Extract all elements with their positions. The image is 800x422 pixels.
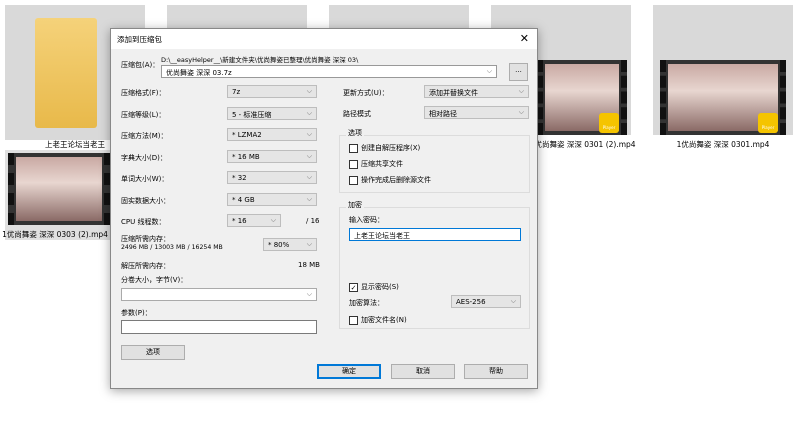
chevron-down-icon: ⌵ <box>306 87 312 95</box>
option-checkbox[interactable]: 操作完成后删除源文件 <box>349 175 431 185</box>
file-thumbnail <box>329 5 469 30</box>
encrypt-filenames-checkbox[interactable]: 加密文件名(N) <box>349 315 407 325</box>
cancel-button[interactable]: 取消 <box>391 364 455 379</box>
encryption-group-title: 加密 <box>346 200 364 210</box>
help-button[interactable]: 帮助 <box>464 364 528 379</box>
chevron-down-icon: ⌵ <box>306 173 312 181</box>
folder-icon <box>35 18 97 128</box>
select-value: * 4 GB <box>232 195 255 204</box>
file-label[interactable]: 1优尚舞姿 深深 0301.mp4 <box>648 139 798 150</box>
cpu-threads-label: CPU 线程数： <box>121 218 166 226</box>
options-button[interactable]: 选项 <box>121 345 185 360</box>
player-badge-icon: Player <box>758 113 778 133</box>
memory-label: 压缩所需内存： <box>121 235 170 243</box>
setting-select[interactable]: * 16 MB ⌵ <box>227 149 317 163</box>
chevron-down-icon: ⌵ <box>510 297 516 305</box>
memory-detail: 2496 MB / 13003 MB / 16254 MB <box>121 244 223 251</box>
split-size-combo[interactable]: ⌵ <box>121 288 317 301</box>
ok-button[interactable]: 确定 <box>317 364 381 379</box>
select-value: 相对路径 <box>429 110 457 118</box>
path-mode-select[interactable]: 相对路径 ⌵ <box>424 106 529 119</box>
checkbox-label: 压缩共享文件 <box>361 160 403 168</box>
checkbox-checked-icon: ✓ <box>349 282 358 292</box>
checkbox-label: 显示密码(S) <box>361 283 399 291</box>
split-size-label: 分卷大小，字节(V)： <box>121 276 188 284</box>
checkbox-label: 操作完成后删除源文件 <box>361 176 431 184</box>
setting-select[interactable]: 5 - 标准压缩 ⌵ <box>227 106 317 120</box>
memory-usage-select[interactable]: * 80% ⌵ <box>263 238 317 251</box>
checkbox-icon <box>349 159 358 169</box>
select-value: * 16 MB <box>232 152 260 161</box>
options-group-title: 选项 <box>346 128 364 138</box>
chevron-down-icon: ⌵ <box>486 67 492 75</box>
browse-button[interactable]: ... <box>509 63 528 81</box>
params-label: 参数(P)： <box>121 309 152 317</box>
setting-label: 固实数据大小： <box>121 196 170 205</box>
setting-select[interactable]: * 32 ⌵ <box>227 171 317 184</box>
video-thumbnail[interactable] <box>8 153 110 225</box>
password-label: 输入密码： <box>349 216 384 224</box>
setting-label: 单词大小(W)： <box>121 175 169 183</box>
archive-path: D:\__easyHelper__\新建文件夹\优尚舞姿已整理\优尚舞姿 深深 … <box>161 56 359 64</box>
update-mode-select[interactable]: 添加并替换文件 ⌵ <box>424 85 529 98</box>
update-mode-label: 更新方式(U)： <box>343 89 389 97</box>
select-value: AES-256 <box>456 298 486 306</box>
select-value: * 32 <box>232 174 247 182</box>
setting-label: 字典大小(D)： <box>121 153 167 162</box>
setting-label: 压缩方法(M)： <box>121 132 168 140</box>
chevron-down-icon: ⌵ <box>306 194 312 203</box>
chevron-down-icon: ⌵ <box>306 290 312 298</box>
select-value: 7z <box>232 88 241 96</box>
chevron-down-icon: ⌵ <box>518 108 524 116</box>
chevron-down-icon: ⌵ <box>306 130 312 138</box>
setting-select[interactable]: * LZMA2 ⌵ <box>227 128 317 141</box>
chevron-down-icon: ⌵ <box>518 87 524 95</box>
decompress-memory-label: 解压所需内存： <box>121 262 170 270</box>
setting-label: 压缩格式(F)： <box>121 89 166 97</box>
video-thumbnail[interactable]: Player <box>660 60 786 135</box>
dialog-title: 添加到压缩包 <box>117 35 162 44</box>
setting-label: 压缩等级(L)： <box>121 110 166 119</box>
setting-select[interactable]: 7z ⌵ <box>227 85 317 98</box>
option-checkbox[interactable]: 压缩共享文件 <box>349 159 403 169</box>
select-value: * 80% <box>268 241 290 249</box>
archive-label: 压缩包(A)： <box>121 61 160 69</box>
chevron-down-icon: ⌵ <box>306 108 312 117</box>
file-thumbnail <box>167 5 307 30</box>
cpu-max: / 16 <box>306 217 320 225</box>
cpu-threads-select[interactable]: * 16 ⌵ <box>227 214 281 227</box>
checkbox-icon <box>349 143 358 153</box>
select-value: 5 - 标准压缩 <box>232 110 272 119</box>
select-value: 添加并替换文件 <box>429 89 478 97</box>
add-to-archive-dialog: 添加到压缩包 ✕ 压缩包(A)： D:\__easyHelper__\新建文件夹… <box>110 28 538 389</box>
path-mode-label: 路径模式 <box>343 110 371 118</box>
close-icon[interactable]: ✕ <box>520 32 529 45</box>
chevron-down-icon: ⌵ <box>306 151 312 160</box>
checkbox-icon <box>349 175 358 185</box>
option-checkbox[interactable]: 创建自解压程序(X) <box>349 143 420 153</box>
params-input[interactable] <box>121 320 317 334</box>
encryption-group <box>339 207 530 329</box>
decompress-memory-value: 18 MB <box>298 261 320 269</box>
archive-name-combo[interactable]: 优尚舞姿 深深 03.7z ⌵ <box>161 65 497 78</box>
chevron-down-icon: ⌵ <box>306 240 312 248</box>
select-value: * 16 <box>232 217 247 225</box>
show-password-checkbox[interactable]: ✓ 显示密码(S) <box>349 282 399 292</box>
file-label[interactable]: 1优尚舞姿 深深 0303 (2).mp4 <box>0 229 120 240</box>
password-input[interactable]: 上老王论坛当老王 <box>349 228 521 241</box>
setting-select[interactable]: * 4 GB ⌵ <box>227 192 317 206</box>
player-badge-icon: Player <box>599 113 619 133</box>
encryption-method-label: 加密算法： <box>349 299 384 307</box>
video-thumbnail[interactable]: Player <box>537 60 627 135</box>
archive-name: 优尚舞姿 深深 03.7z <box>166 69 232 77</box>
encryption-method-select[interactable]: AES-256 ⌵ <box>451 295 521 308</box>
chevron-down-icon: ⌵ <box>270 216 276 224</box>
checkbox-label: 创建自解压程序(X) <box>361 144 421 152</box>
select-value: * LZMA2 <box>232 131 262 139</box>
checkbox-icon <box>349 315 358 325</box>
title-bar: 添加到压缩包 ✕ <box>111 29 537 49</box>
checkbox-label: 加密文件名(N) <box>361 316 407 324</box>
password-value: 上老王论坛当老王 <box>354 232 410 240</box>
